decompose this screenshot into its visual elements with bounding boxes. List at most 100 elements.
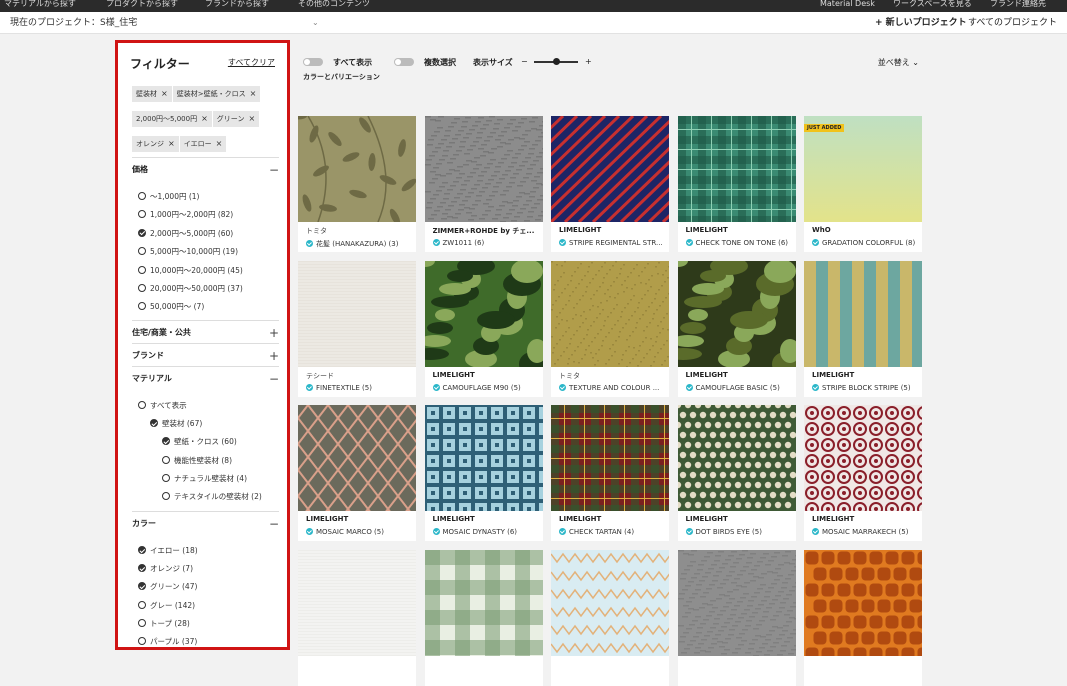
filter-option[interactable]: オレンジ (7) [138, 564, 193, 574]
close-icon[interactable]: × [216, 139, 223, 148]
nav-workspace[interactable]: ワークスペースを見る [893, 0, 972, 10]
section-usage[interactable]: 住宅/商業・公共 + [132, 320, 279, 344]
product-card[interactable]: LIMELIGHT MOSAIC DYNASTY (6) [424, 405, 543, 541]
product-thumbnail[interactable] [551, 405, 669, 511]
filter-option[interactable]: テキスタイルの壁装材 (2) [162, 492, 262, 502]
radio-icon[interactable] [162, 492, 170, 500]
product-card[interactable] [804, 549, 922, 686]
checked-radio-icon[interactable] [162, 437, 170, 446]
radio-icon[interactable] [138, 210, 146, 219]
show-all-toggle[interactable] [303, 58, 323, 66]
nav-brands[interactable]: ブランドから探す [205, 0, 269, 10]
product-name[interactable]: CAMOUFLAGE BASIC (5) [685, 383, 794, 392]
product-card[interactable]: LIMELIGHT MOSAIC MARRAKECH (5) [804, 405, 922, 541]
filter-chip[interactable]: グリーン × [212, 111, 260, 127]
product-brand[interactable]: LIMELIGHT [686, 226, 791, 234]
product-thumbnail[interactable] [298, 405, 416, 511]
product-brand[interactable]: トミタ [559, 371, 664, 381]
radio-icon[interactable] [138, 247, 146, 256]
multi-select-toggle[interactable] [394, 58, 414, 66]
all-projects-link[interactable]: すべてのプロジェクト [968, 12, 1057, 34]
radio-icon[interactable] [138, 618, 146, 627]
product-brand[interactable]: LIMELIGHT [812, 515, 917, 523]
nav-other[interactable]: その他のコンテンツ [298, 0, 370, 10]
filter-chip[interactable]: 2,000円〜5,000円 × [132, 111, 212, 127]
product-brand[interactable]: LIMELIGHT [433, 371, 538, 379]
section-brand[interactable]: ブランド + [132, 343, 279, 367]
product-card[interactable] [677, 549, 796, 686]
filter-option[interactable]: イエロー (18) [138, 546, 198, 556]
plus-icon[interactable]: + [269, 321, 279, 345]
product-thumbnail[interactable] [551, 116, 669, 222]
filter-chip[interactable]: イエロー × [179, 136, 227, 152]
filter-option[interactable]: 2,000円〜5,000円 (60) [138, 228, 233, 239]
close-icon[interactable]: × [250, 89, 257, 98]
product-card[interactable]: LIMELIGHT MOSAIC MARCO (5) [298, 405, 416, 541]
radio-icon[interactable] [138, 265, 146, 274]
slider-handle[interactable] [553, 58, 560, 65]
current-project[interactable]: 現在のプロジェクト：S様_住宅 [10, 12, 137, 34]
minus-icon[interactable]: − [269, 512, 279, 536]
radio-icon[interactable] [162, 473, 170, 482]
section-price[interactable]: 価格 − [132, 157, 279, 181]
product-thumbnail[interactable] [804, 405, 922, 511]
product-card[interactable]: トミタ花髪 (HANAKAZURA) (3) [298, 116, 416, 252]
filter-option[interactable]: 20,000円〜50,000円 (37) [138, 284, 243, 294]
product-thumbnail[interactable] [424, 116, 543, 222]
product-card[interactable]: LIMELIGHT STRIPE BLOCK STRIPE (5) [804, 260, 922, 397]
product-brand[interactable]: LIMELIGHT [686, 371, 791, 379]
product-name[interactable]: TEXTURE AND COLOUR ... [559, 383, 667, 392]
product-thumbnail[interactable] [424, 405, 543, 511]
product-brand[interactable]: LIMELIGHT [433, 515, 538, 523]
product-name[interactable]: DOT BIRDS EYE (5) [685, 528, 794, 536]
chevron-down-icon[interactable]: ⌄ [312, 12, 319, 34]
product-card[interactable] [424, 549, 543, 686]
product-card[interactable]: LIMELIGHT CHECK TARTAN (4) [551, 405, 669, 541]
nav-materials[interactable]: マテリアルから探す [4, 0, 76, 10]
product-brand[interactable]: トミタ [306, 226, 411, 236]
product-name[interactable]: FINETEXTILE (5) [306, 383, 414, 392]
product-name[interactable]: MOSAIC MARRAKECH (5) [812, 528, 920, 536]
product-card[interactable]: テシード FINETEXTILE (5) [298, 260, 416, 397]
product-name[interactable]: CHECK TARTAN (4) [559, 528, 667, 536]
product-thumbnail[interactable] [298, 260, 416, 367]
product-name[interactable]: MOSAIC MARCO (5) [306, 528, 414, 536]
radio-icon[interactable] [138, 401, 146, 409]
size-increase-button[interactable]: + [585, 57, 592, 66]
product-thumbnail[interactable] [677, 260, 796, 367]
filter-option[interactable]: パープル (37) [138, 637, 197, 647]
product-thumbnail[interactable] [298, 116, 416, 222]
product-brand[interactable]: LIMELIGHT [559, 515, 664, 523]
product-thumbnail[interactable] [551, 260, 669, 367]
filter-option[interactable]: ナチュラル壁装材 (4) [162, 473, 247, 484]
product-name[interactable]: CAMOUFLAGE M90 (5) [432, 383, 541, 392]
product-name[interactable]: CHECK TONE ON TONE (6) [685, 239, 794, 247]
product-card[interactable]: LIMELIGHT CAMOUFLAGE BASIC (5) [677, 260, 796, 397]
nav-material-desk[interactable]: Material Desk [820, 0, 875, 10]
product-name[interactable]: STRIPE REGIMENTAL STR... [559, 239, 667, 247]
radio-icon[interactable] [138, 600, 146, 609]
product-card[interactable]: LIMELIGHT CAMOUFLAGE M90 (5) [424, 260, 543, 397]
product-card[interactable] [551, 549, 669, 686]
filter-option[interactable]: グレー (142) [138, 600, 195, 611]
product-thumbnail[interactable] [677, 405, 796, 511]
checked-radio-icon[interactable] [138, 564, 146, 573]
filter-option[interactable]: 壁装材 (67) [150, 419, 202, 429]
close-icon[interactable]: × [201, 114, 208, 123]
product-brand[interactable]: ZIMMER+ROHDE by チェ... [433, 226, 538, 236]
radio-icon[interactable] [138, 637, 146, 645]
close-icon[interactable]: × [161, 89, 168, 98]
filter-option[interactable]: 10,000円〜20,000円 (45) [138, 265, 243, 276]
filter-option[interactable]: トープ (28) [138, 618, 190, 629]
product-brand[interactable]: LIMELIGHT [306, 515, 411, 523]
product-card[interactable]: ZIMMER+ROHDE by チェ... ZW1011 (6) [424, 116, 543, 252]
product-card[interactable]: LIMELIGHT STRIPE REGIMENTAL STR... [551, 116, 669, 252]
plus-icon[interactable]: + [269, 344, 279, 368]
minus-icon[interactable]: − [269, 367, 279, 391]
product-card[interactable]: トミタ TEXTURE AND COLOUR ... [551, 260, 669, 397]
radio-icon[interactable] [138, 192, 146, 200]
product-name[interactable]: 花髪 (HANAKAZURA) (3) [306, 239, 414, 249]
product-brand[interactable]: WhO [812, 226, 917, 234]
nav-products[interactable]: プロダクトから探す [106, 0, 178, 10]
section-color[interactable]: カラー − [132, 511, 279, 535]
